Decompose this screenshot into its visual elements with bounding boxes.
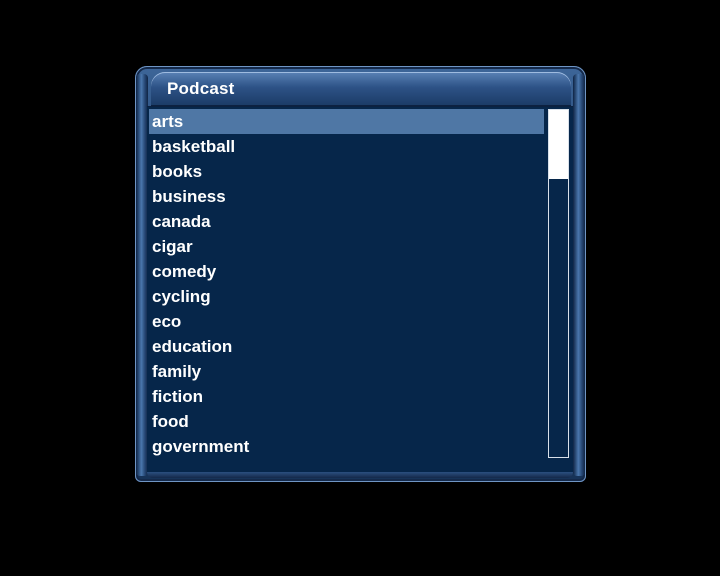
screen: Podcast arts basketball books business c… [0, 0, 720, 576]
category-list: arts basketball books business canada ci… [149, 109, 544, 459]
dialog-bottom-edge [147, 472, 573, 478]
list-item[interactable]: cycling [149, 284, 544, 309]
dialog-title: Podcast [167, 79, 235, 98]
list-item[interactable]: canada [149, 209, 544, 234]
list-item[interactable]: education [149, 334, 544, 359]
list-item[interactable]: government [149, 434, 544, 459]
frame-right-rail [573, 74, 585, 476]
scrollbar-thumb[interactable] [549, 110, 568, 179]
list-item[interactable]: cigar [149, 234, 544, 259]
dialog-title-bar: Podcast [151, 72, 571, 106]
list-item[interactable]: eco [149, 309, 544, 334]
list-panel: arts basketball books business canada ci… [147, 106, 573, 473]
list-item[interactable]: business [149, 184, 544, 209]
list-item[interactable]: books [149, 159, 544, 184]
list-item[interactable]: comedy [149, 259, 544, 284]
list-scrollbar[interactable] [548, 109, 569, 458]
list-item[interactable]: family [149, 359, 544, 384]
list-item[interactable]: arts [149, 109, 544, 134]
list-item[interactable]: fiction [149, 384, 544, 409]
list-item[interactable]: basketball [149, 134, 544, 159]
list-item[interactable]: food [149, 409, 544, 434]
